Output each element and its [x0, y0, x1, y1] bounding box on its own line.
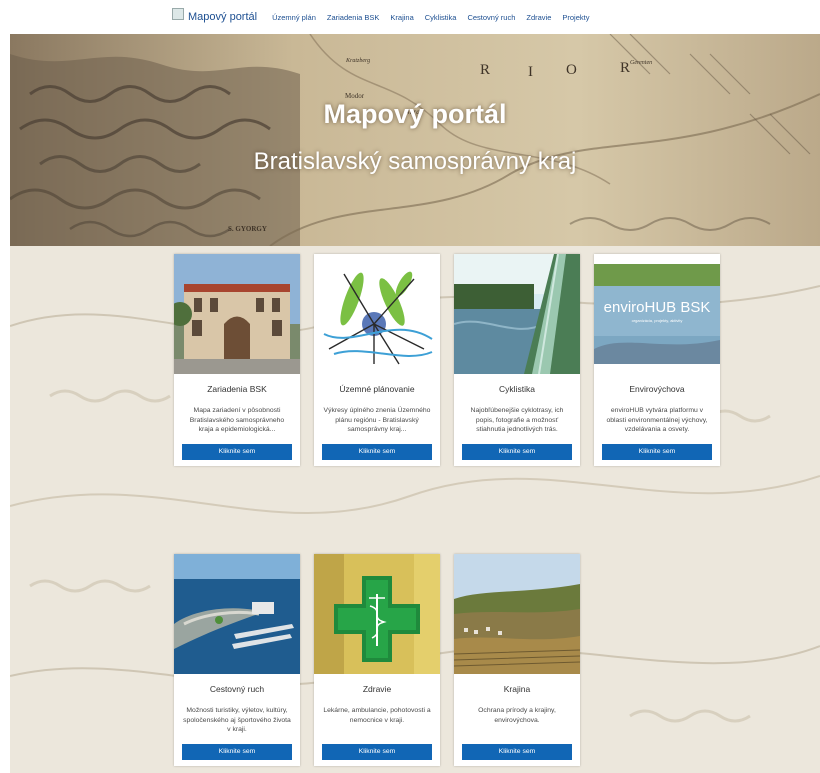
nav-link-cyklistika[interactable]: Cyklistika	[425, 13, 457, 22]
map-letter: R	[620, 60, 630, 76]
nav-link-projekty[interactable]: Projekty	[562, 13, 589, 22]
envirohub-logo-text: enviroHUB BSK	[604, 299, 711, 316]
card-cestovny-ruch: Cestovný ruch Možnosti turistiky, výleto…	[174, 554, 300, 766]
nav-link-zdravie[interactable]: Zdravie	[526, 13, 551, 22]
card-uzemne-planovanie: Územné plánovanie Výkresy úplného znenia…	[314, 254, 440, 466]
card-description: Lekárne, ambulancie, pohotovosti a nemoc…	[323, 707, 431, 724]
card-button[interactable]: Kliknite sem	[602, 444, 712, 460]
card-title: Zariadenia BSK	[207, 384, 267, 394]
card-button[interactable]: Kliknite sem	[322, 744, 432, 760]
card-cyklistika: Cyklistika Najobľúbenejšie cyklotrasy, i…	[454, 254, 580, 466]
nav-link-cestovny-ruch[interactable]: Cestovný ruch	[467, 13, 515, 22]
card-zdravie: Zdravie Lekárne, ambulancie, pohotovosti…	[314, 554, 440, 766]
card-title: Územné plánovanie	[339, 384, 415, 394]
envirohub-logo-subtext: organizácia, projekty, aktivity	[632, 318, 683, 323]
map-letter: O	[566, 62, 577, 78]
logo-text: Mapový portál	[188, 11, 258, 23]
card-image-building	[174, 254, 300, 374]
card-description: Možnosti turistiky, výletov, kultúry, sp…	[183, 707, 291, 733]
card-description: Mapa zariadení v pôsobnosti Bratislavské…	[189, 407, 285, 433]
card-title: Zdravie	[362, 684, 392, 694]
card-krajina: Krajina Ochrana prírody a krajiny, envir…	[454, 554, 580, 766]
logo-link[interactable]: Mapový portál	[172, 8, 258, 23]
card-button[interactable]: Kliknite sem	[182, 444, 292, 460]
card-image-bike-path	[454, 254, 580, 374]
map-word: Kratzberg	[345, 58, 370, 64]
map-letter: R	[480, 62, 490, 78]
card-envirovychova: enviroHUB BSK organizácia, projekty, akt…	[594, 254, 720, 466]
card-title: Krajina	[503, 684, 531, 694]
card-button[interactable]: Kliknite sem	[322, 444, 432, 460]
card-description: Najobľúbenejšie cyklotrasy, ich popis, f…	[470, 407, 564, 433]
hero-banner: R I O R Nitra S. GYORGY Kratzberg Modor …	[10, 34, 820, 246]
map-word: S. GYORGY	[228, 225, 267, 233]
hero-subtitle: Bratislavský samosprávny kraj	[253, 148, 577, 175]
card-description: Ochrana prírody a krajiny, envirovýchova…	[478, 707, 556, 724]
map-word: Gerenten	[630, 60, 652, 66]
card-title: Envirovýchova	[629, 384, 685, 394]
nav-link-uzemny-plan[interactable]: Územný plán	[272, 13, 316, 22]
card-title: Cestovný ruch	[209, 684, 265, 694]
card-button[interactable]: Kliknite sem	[462, 744, 572, 760]
card-title: Cyklistika	[499, 384, 535, 394]
card-button[interactable]: Kliknite sem	[182, 744, 292, 760]
hero-title: Mapový portál	[323, 99, 507, 129]
card-image-landscape	[454, 554, 580, 674]
card-description: Výkresy úplného znenia Územného plánu re…	[323, 407, 431, 433]
hero-map-illustration: R I O R Nitra S. GYORGY Kratzberg Modor …	[10, 34, 820, 246]
top-navigation: Mapový portál Územný plán Zariadenia BSK…	[0, 0, 820, 34]
card-image-plan-logo	[314, 254, 440, 374]
card-zariadenia-bsk: Zariadenia BSK Mapa zariadení v pôsobnos…	[174, 254, 300, 466]
card-button[interactable]: Kliknite sem	[462, 444, 572, 460]
card-description: enviroHUB vytvára platformu v oblasti en…	[606, 407, 708, 433]
card-image-envirohub: enviroHUB BSK organizácia, projekty, akt…	[594, 254, 720, 374]
broken-image-icon	[172, 8, 184, 20]
nav-link-krajina[interactable]: Krajina	[390, 13, 413, 22]
card-image-pharmacy-cross	[314, 554, 440, 674]
card-image-harbor	[174, 554, 300, 674]
map-letter: I	[528, 64, 533, 80]
nav-link-zariadenia-bsk[interactable]: Zariadenia BSK	[327, 13, 380, 22]
